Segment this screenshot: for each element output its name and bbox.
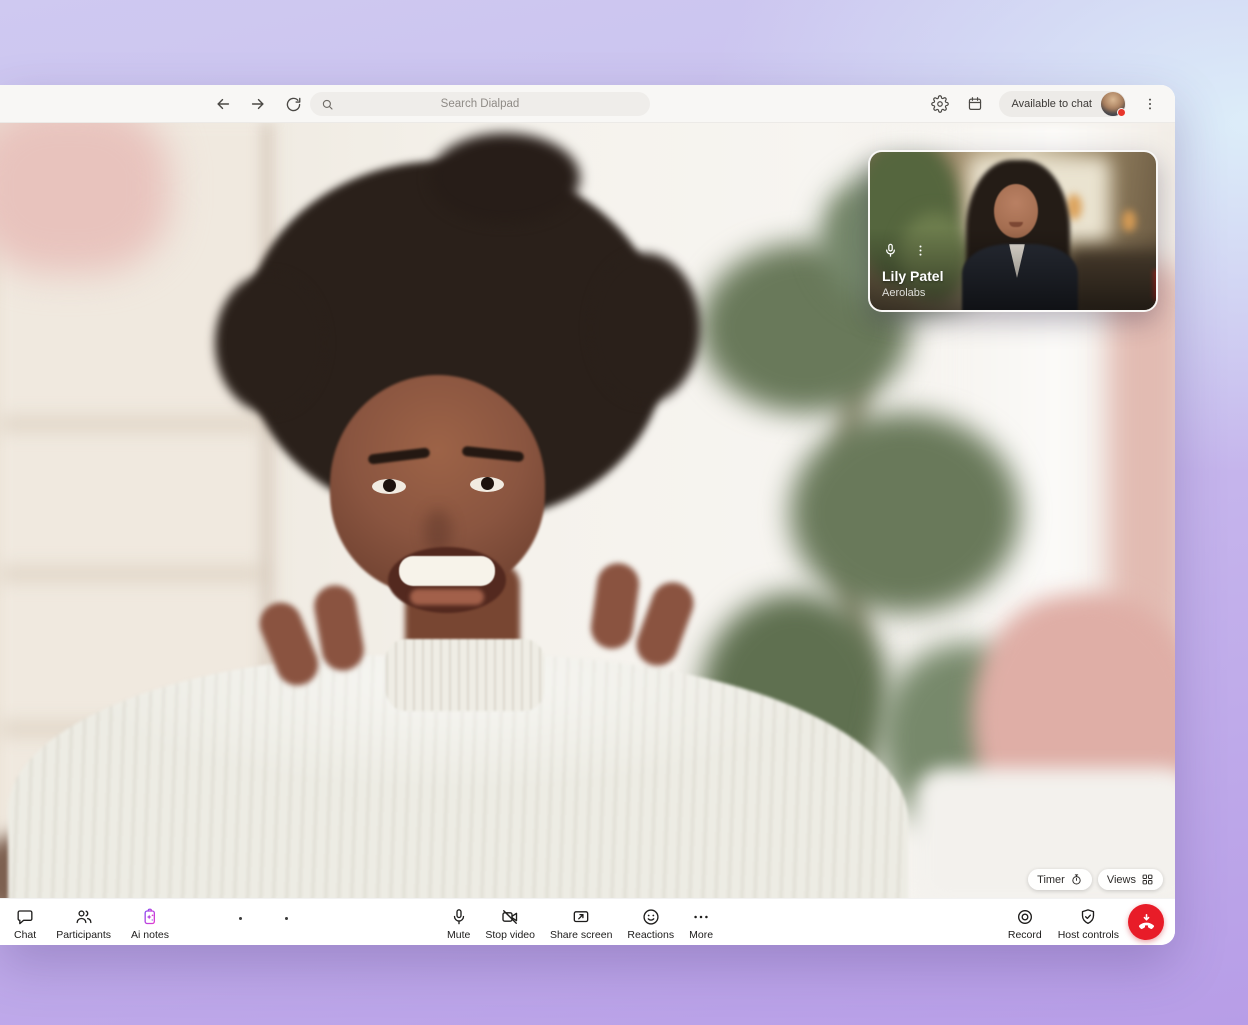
chat-bubble-icon	[15, 907, 35, 927]
microphone-icon	[449, 907, 469, 927]
reload-button[interactable]	[282, 93, 304, 115]
search-field[interactable]	[310, 92, 650, 116]
stage-overlay-pills: Timer Views	[1028, 869, 1163, 890]
availability-status-chip[interactable]: Available to chat	[999, 91, 1126, 117]
nav-button-group	[212, 85, 304, 123]
reactions-button[interactable]: Reactions	[627, 905, 674, 941]
overflow-menu-button[interactable]	[1139, 93, 1161, 115]
share-screen-icon	[571, 907, 591, 927]
pip-info-overlay: Lily Patel Aerolabs	[882, 242, 943, 300]
hangup-button[interactable]	[1128, 904, 1164, 940]
chat-label: Chat	[14, 929, 36, 941]
pip-participant-tile[interactable]: Lily Patel Aerolabs	[868, 150, 1158, 312]
browser-toolbar: Available to chat	[0, 85, 1175, 123]
video-off-icon	[500, 907, 520, 927]
person-pupil	[481, 477, 494, 490]
grid-views-icon	[1141, 873, 1154, 886]
host-controls-button[interactable]: Host controls	[1058, 905, 1119, 941]
share-screen-button[interactable]: Share screen	[550, 905, 612, 941]
views-label: Views	[1107, 874, 1136, 886]
person-pupil	[383, 479, 396, 492]
forward-arrow-icon	[248, 94, 268, 114]
smiley-icon	[641, 907, 661, 927]
mute-button[interactable]: Mute	[447, 905, 470, 941]
calendar-icon	[966, 95, 984, 113]
timer-button[interactable]: Timer	[1028, 869, 1092, 890]
timer-label: Timer	[1037, 874, 1065, 886]
views-button[interactable]: Views	[1098, 869, 1163, 890]
participants-label: Participants	[56, 929, 111, 941]
person-hair	[430, 133, 580, 223]
host-controls-label: Host controls	[1058, 929, 1119, 941]
plant-leaf	[790, 413, 1020, 613]
more-label: More	[689, 929, 713, 941]
ai-notes-label: Ai notes	[131, 929, 169, 941]
app-window: Available to chat	[0, 85, 1175, 945]
record-icon	[1015, 907, 1035, 927]
back-arrow-icon	[213, 94, 233, 114]
pink-decor-blob	[0, 123, 170, 273]
stopwatch-icon	[1070, 873, 1083, 886]
toolbar-separator-dot	[239, 917, 242, 920]
chrome-right-group: Available to chat	[929, 85, 1161, 123]
search-icon	[320, 97, 335, 112]
ai-notes-button[interactable]: Ai notes	[131, 905, 169, 941]
toolbar-right-group: Record Host controls	[1008, 899, 1119, 945]
forward-button[interactable]	[247, 93, 269, 115]
call-controls-bar: Chat Participants Ai notes	[0, 898, 1175, 945]
main-video-stage: Lily Patel Aerolabs Timer Views	[0, 123, 1175, 898]
shield-check-icon	[1078, 907, 1098, 927]
record-button[interactable]: Record	[1008, 905, 1042, 941]
person-lower-lip	[410, 589, 484, 605]
shelf-line	[0, 418, 262, 430]
ellipsis-icon	[691, 907, 711, 927]
stop-video-button[interactable]: Stop video	[485, 905, 535, 941]
availability-status-label: Available to chat	[1011, 98, 1092, 110]
phone-hangup-icon	[1136, 912, 1157, 933]
participants-button[interactable]: Participants	[56, 905, 111, 941]
toolbar-separator-dot	[285, 917, 288, 920]
back-button[interactable]	[212, 93, 234, 115]
calendar-button[interactable]	[964, 93, 986, 115]
stop-video-label: Stop video	[485, 929, 535, 941]
ai-notes-clipboard-icon	[140, 907, 160, 927]
kebab-menu-icon	[1142, 96, 1158, 112]
chat-button[interactable]: Chat	[14, 905, 36, 941]
toolbar-left-group: Chat Participants Ai notes	[14, 899, 169, 945]
person-hair	[215, 273, 325, 413]
record-label: Record	[1008, 929, 1042, 941]
participants-icon	[74, 907, 94, 927]
share-screen-label: Share screen	[550, 929, 612, 941]
person-hair	[590, 253, 700, 403]
more-button[interactable]: More	[689, 905, 713, 941]
microphone-icon[interactable]	[882, 242, 899, 259]
reactions-label: Reactions	[627, 929, 674, 941]
person-teeth	[399, 556, 495, 586]
gear-icon	[931, 95, 949, 113]
shelf-line	[0, 568, 262, 580]
pip-participant-name: Lily Patel	[882, 268, 943, 286]
sweater-collar	[386, 639, 544, 711]
reload-icon	[284, 95, 303, 114]
pip-participant-org: Aerolabs	[882, 286, 943, 300]
settings-button[interactable]	[929, 93, 951, 115]
toolbar-center-group: Mute Stop video Share screen Reactions M…	[447, 899, 713, 945]
status-dot	[1117, 108, 1126, 117]
kebab-menu-icon[interactable]	[913, 243, 928, 258]
search-input[interactable]	[335, 98, 625, 110]
user-avatar	[1101, 92, 1125, 116]
mute-label: Mute	[447, 929, 470, 941]
